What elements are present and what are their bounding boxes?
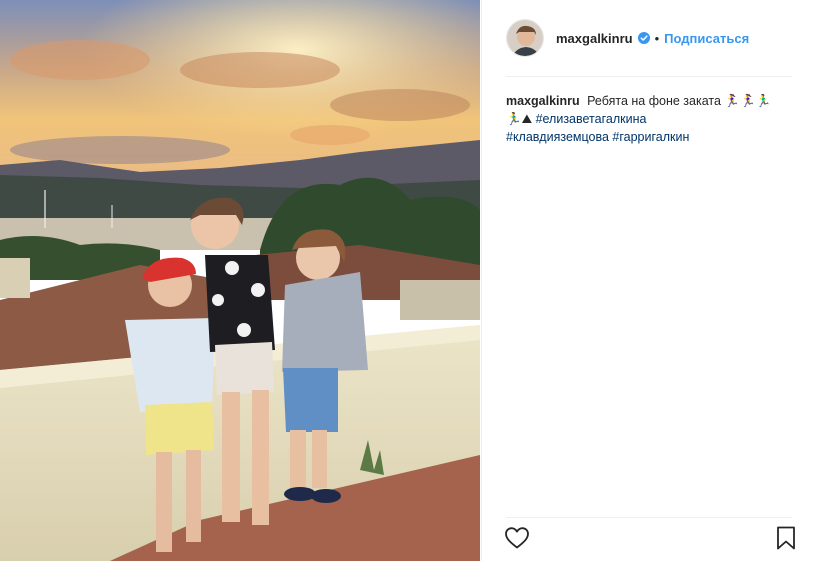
avatar-image <box>507 20 543 56</box>
separator-dot: • <box>654 30 660 46</box>
header-divider <box>506 76 792 77</box>
post-caption: maxgalkinru Ребята на фоне заката 🏃‍♀️🏃‍… <box>506 92 796 146</box>
follow-button[interactable]: Подписаться <box>664 31 749 46</box>
instagram-post: maxgalkinru • Подписаться maxgalkinru Ре… <box>0 0 816 561</box>
sunset-photo-illustration <box>0 0 480 561</box>
post-photo[interactable] <box>0 0 480 561</box>
hashtag-link[interactable]: #елизаветагалкина <box>536 112 647 126</box>
actions-divider <box>506 517 792 518</box>
heart-icon[interactable] <box>504 526 530 555</box>
post-header: maxgalkinru • Подписаться <box>506 18 749 58</box>
post-side-panel: maxgalkinru • Подписаться maxgalkinru Ре… <box>481 0 816 561</box>
post-actions <box>504 526 796 554</box>
avatar[interactable] <box>506 19 544 57</box>
hashtag-link[interactable]: #клавдияземцова <box>506 130 609 144</box>
caption-username[interactable]: maxgalkinru <box>506 94 580 108</box>
header-username[interactable]: maxgalkinru <box>556 31 633 46</box>
bookmark-icon[interactable] <box>776 526 796 555</box>
verified-badge-icon <box>637 32 650 44</box>
hashtag-link[interactable]: #гарригалкин <box>612 130 689 144</box>
